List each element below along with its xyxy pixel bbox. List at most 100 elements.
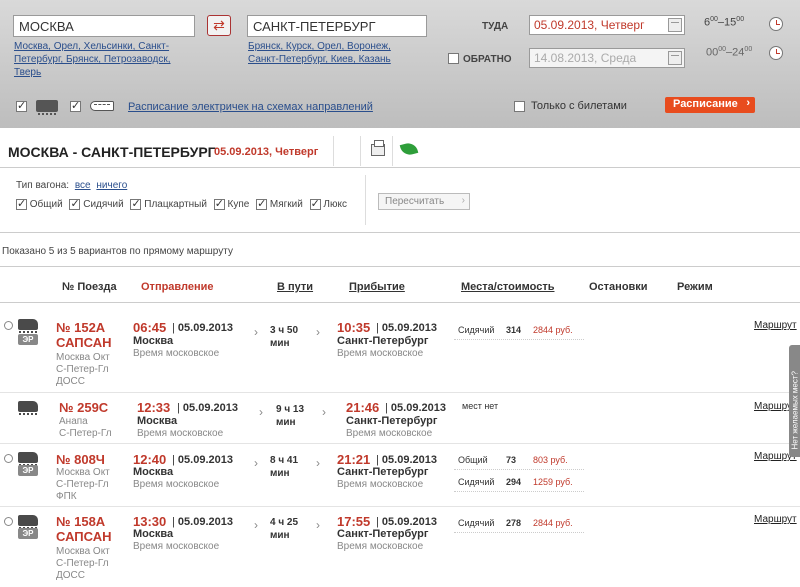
- table-row[interactable]: ЭР № 808Ч Москва Окт С-Петер-Гл ФПК 12:4…: [0, 447, 800, 505]
- train-route: Москва Окт С-Петер-Гл ДОСС: [56, 546, 110, 582]
- departure-date: | 05.09.2013: [172, 322, 233, 334]
- suburban-checkbox[interactable]: [70, 99, 81, 112]
- table-row[interactable]: ЭР № 152А САПСАН Москва Окт С-Петер-Гл Д…: [0, 312, 800, 392]
- arrival-date: | 05.09.2013: [376, 454, 437, 466]
- only-tickets-label: Только с билетами: [531, 100, 627, 112]
- seat-price[interactable]: 803 руб.: [533, 455, 568, 465]
- header-travel[interactable]: В пути: [277, 281, 313, 293]
- schedule-submit-button[interactable]: Расписание: [665, 97, 755, 113]
- departure-station: Москва: [133, 528, 174, 540]
- seat-price[interactable]: 2844 руб.: [533, 518, 573, 528]
- train-route: Москва Окт С-Петер-Гл ФПК: [56, 467, 110, 503]
- arrow-right-icon: ›: [316, 325, 320, 339]
- departure-timezone: Время московское: [133, 479, 220, 490]
- departure-date-value: 05.09.2013: [177, 454, 233, 466]
- arrival-date-value: 05.09.2013: [381, 516, 437, 528]
- header-arrival[interactable]: Прибытие: [349, 281, 405, 293]
- swap-direction-button[interactable]: ⇄: [207, 15, 231, 36]
- seat-price[interactable]: 1259 руб.: [533, 477, 573, 487]
- duration-line: мин: [270, 530, 290, 541]
- wagon-checkbox-soft[interactable]: [256, 197, 268, 210]
- duration-line: 4 ч 25: [270, 517, 299, 528]
- wagon-checkbox-general[interactable]: [16, 197, 27, 210]
- select-train-radio[interactable]: [4, 321, 13, 330]
- route-line: С-Петер-Гл: [56, 364, 109, 375]
- departure-date: | 05.09.2013: [172, 454, 233, 466]
- arrow-right-icon: ›: [316, 518, 320, 532]
- divider: [333, 136, 334, 166]
- from-suggestion-line[interactable]: Петербург, Брянск, Петрозаводск,: [14, 54, 171, 65]
- calendar-icon[interactable]: [668, 18, 682, 32]
- route-line: ДОСС: [56, 376, 85, 387]
- wagon-option-label: Купе: [227, 199, 250, 211]
- header-seats[interactable]: Места/стоимость: [461, 281, 555, 293]
- seat-price[interactable]: 2844 руб.: [533, 325, 573, 335]
- from-input[interactable]: [13, 15, 195, 37]
- wagon-checkbox-coupe[interactable]: [213, 197, 225, 210]
- there-date-field[interactable]: 05.09.2013, Четверг: [529, 15, 685, 35]
- no-seats-text: мест нет: [462, 401, 499, 411]
- from-suggestions: Москва, Орел, Хельсинки, Санкт- Петербур…: [14, 40, 204, 79]
- divider: [0, 506, 800, 507]
- long-distance-checkbox[interactable]: [16, 99, 27, 112]
- to-suggestion-line[interactable]: Брянск, Курск, Орел, Воронеж,: [248, 41, 391, 52]
- arrow-right-icon: ›: [322, 405, 326, 419]
- arrival-timezone: Время московское: [346, 428, 433, 439]
- route-line: С-Петер-Гл: [56, 558, 109, 569]
- search-panel: Москва, Орел, Хельсинки, Санкт- Петербур…: [0, 0, 800, 128]
- duration-line: 9 ч 13: [276, 404, 305, 415]
- arrival-station: Санкт-Петербург: [337, 335, 429, 347]
- divider: [0, 302, 800, 303]
- route-line: Анапа: [59, 416, 88, 427]
- select-train-radio[interactable]: [4, 454, 13, 463]
- schedule-schemes-link[interactable]: Расписание электричек на схемах направле…: [128, 101, 373, 113]
- from-suggestion-line[interactable]: Москва, Орел, Хельсинки, Санкт-: [14, 41, 169, 52]
- route-line: С-Петер-Гл: [56, 479, 109, 490]
- seat-type: Общий: [458, 455, 488, 465]
- arrival-timezone: Время московское: [337, 348, 424, 359]
- side-tab-label: Нет желаемых мест?: [790, 371, 800, 450]
- to-suggestion-line[interactable]: Санкт-Петербург, Киев, Казань: [248, 54, 391, 65]
- table-row[interactable]: № 259С Анапа С-Петер-Гл 12:33 | 05.09.20…: [0, 396, 800, 443]
- arrival-station: Санкт-Петербург: [337, 528, 429, 540]
- there-time-range[interactable]: 600–1500: [704, 16, 744, 29]
- travel-duration: 8 ч 41 мин: [270, 454, 298, 480]
- arrow-right-icon: ›: [259, 405, 263, 419]
- route-link[interactable]: Маршрут: [754, 514, 797, 525]
- arrival-date-value: 05.09.2013: [381, 322, 437, 334]
- to-input[interactable]: [247, 15, 427, 37]
- header-departure[interactable]: Отправление: [141, 281, 214, 293]
- wagon-checkbox-seated[interactable]: [69, 197, 81, 210]
- wagon-filters: Тип вагона: все ничего Общий Сидячий Пла…: [16, 180, 351, 210]
- back-date-field[interactable]: 14.08.2013, Среда: [529, 48, 685, 68]
- arrival-date: | 05.09.2013: [376, 516, 437, 528]
- clock-icon[interactable]: [769, 17, 783, 31]
- back-checkbox[interactable]: [448, 53, 459, 64]
- route-line: Москва Окт: [56, 546, 110, 557]
- eco-leaf-icon[interactable]: [399, 141, 419, 157]
- clock-icon[interactable]: [769, 46, 783, 60]
- travel-duration: 4 ч 25 мин: [270, 516, 298, 542]
- wagon-checkbox-lux[interactable]: [309, 197, 321, 210]
- departure-timezone: Время московское: [133, 348, 220, 359]
- from-suggestion-line[interactable]: Тверь: [14, 67, 41, 78]
- back-time-range[interactable]: 0000–2400: [706, 46, 752, 59]
- select-all-link[interactable]: все: [75, 180, 91, 191]
- route-link[interactable]: Маршрут: [754, 320, 797, 331]
- route-date: 05.09.2013, Четверг: [214, 146, 319, 158]
- print-icon[interactable]: [371, 140, 385, 156]
- table-row[interactable]: ЭР № 158А САПСАН Москва Окт С-Петер-Гл Д…: [0, 511, 800, 587]
- select-none-link[interactable]: ничего: [96, 180, 127, 191]
- departure-timezone: Время московское: [133, 541, 220, 552]
- there-time-from-sup: 00: [710, 16, 718, 23]
- divider: [0, 266, 800, 267]
- wagon-option-label: Люкс: [323, 199, 347, 211]
- seat-count: 294: [506, 477, 522, 487]
- route-line: Москва Окт: [56, 467, 110, 478]
- wagon-checkbox-platzkart[interactable]: [130, 197, 142, 210]
- recalculate-button[interactable]: Пересчитать: [378, 193, 470, 210]
- only-tickets-checkbox[interactable]: [514, 101, 525, 112]
- side-feedback-tab[interactable]: Нет желаемых мест?: [789, 345, 800, 457]
- select-train-radio[interactable]: [4, 517, 13, 526]
- calendar-icon[interactable]: [668, 51, 682, 65]
